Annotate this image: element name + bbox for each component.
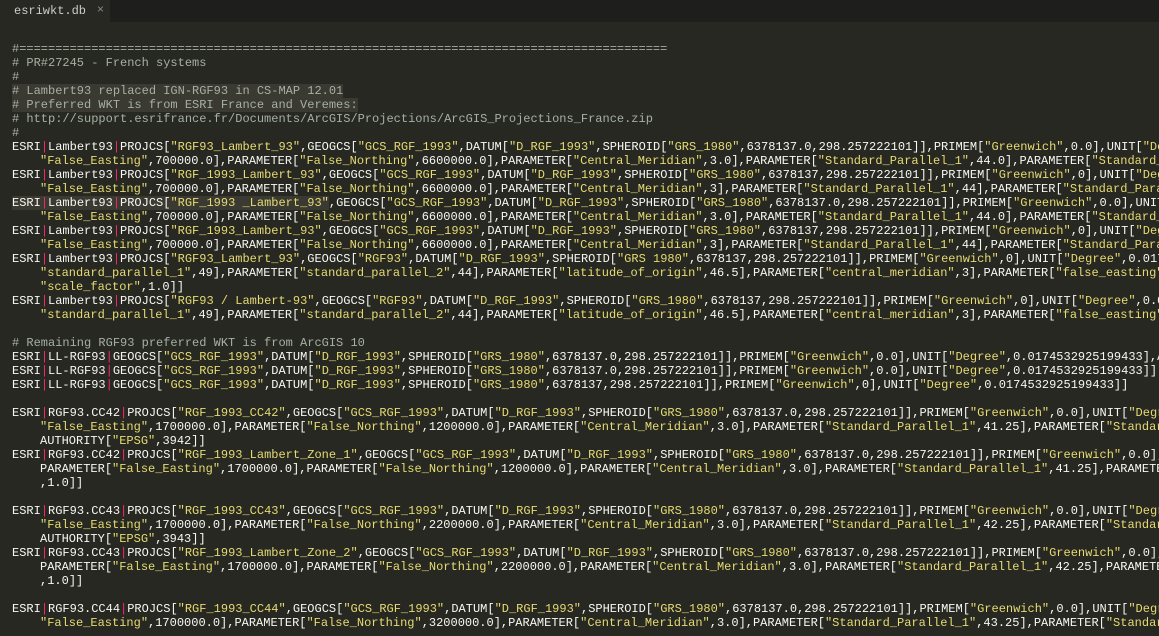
code-line: "False_Easting",700000.0],PARAMETER["Fal… [12,238,1147,252]
tab-filename: esriwkt.db [14,4,86,18]
code-line: ESRI|RGF93.CC42|PROJCS["RGF_1993_CC42",G… [12,406,1147,420]
code-line: ESRI|Lambert93|PROJCS["RGF_1993_Lambert_… [12,168,1147,182]
code-line: "False_Easting",700000.0],PARAMETER["Fal… [12,210,1147,224]
code-line: "False_Easting",1700000.0],PARAMETER["Fa… [12,420,1147,434]
code-line: PARAMETER["False_Easting",1700000.0],PAR… [12,560,1147,574]
comment-line: # http://support.esrifrance.fr/Documents… [12,112,1147,126]
code-line: PARAMETER["False_Easting",1700000.0],PAR… [12,462,1147,476]
code-line: ESRI|RGF93.CC42|PROJCS["RGF_1993_Lambert… [12,448,1147,462]
code-line: ,1.0]] [12,476,1147,490]
code-line: ,1.0]] [12,574,1147,588]
code-line: ESRI|RGF93.CC43|PROJCS["RGF_1993_Lambert… [12,546,1147,560]
code-line: ESRI|RGF93.CC43|PROJCS["RGF_1993_CC43",G… [12,504,1147,518]
code-line: "standard_parallel_1",49],PARAMETER["sta… [12,308,1147,322]
tab-bar: esriwkt.db × [0,0,1159,22]
code-line: "False_Easting",1700000.0],PARAMETER["Fa… [12,616,1147,630]
close-icon[interactable]: × [97,3,104,17]
editor-content[interactable]: #=======================================… [0,22,1159,636]
code-line: AUTHORITY["EPSG",3943]] [12,532,1147,546]
code-line: "scale_factor",1.0]] [12,280,1147,294]
code-line: "False_Easting",700000.0],PARAMETER["Fal… [12,154,1147,168]
comment-line: # Lambert93 replaced IGN-RGF93 in CS-MAP… [12,84,1147,98]
code-line: ESRI|LL-RGF93|GEOGCS["GCS_RGF_1993",DATU… [12,364,1147,378]
code-line: ESRI|Lambert93|PROJCS["RGF93_Lambert_93"… [12,140,1147,154]
comment-line: # [12,70,1147,84]
code-line: ESRI|Lambert93|PROJCS["RGF_1993_Lambert_… [12,224,1147,238]
code-line: "standard_parallel_1",49],PARAMETER["sta… [12,266,1147,280]
code-line: ESRI|Lambert93|PROJCS["RGF93 / Lambert-9… [12,294,1147,308]
file-tab[interactable]: esriwkt.db × [0,0,110,22]
code-line: ESRI|RGF93.CC44|PROJCS["RGF_1993_CC44",G… [12,602,1147,616]
code-line: ESRI|LL-RGF93|GEOGCS["GCS_RGF_1993",DATU… [12,350,1147,364]
comment-line: # Remaining RGF93 preferred WKT is from … [12,336,1147,350]
code-line: "False_Easting",1700000.0],PARAMETER["Fa… [12,518,1147,532]
comment-line: # Preferred WKT is from ESRI France and … [12,98,1147,112]
code-line: ESRI|LL-RGF93|GEOGCS["GCS_RGF_1993",DATU… [12,378,1147,392]
code-line: "False_Easting",700000.0],PARAMETER["Fal… [12,182,1147,196]
code-line: ESRI|Lambert93|PROJCS["RGF93_Lambert_93"… [12,252,1147,266]
comment-line: # PR#27245 - French systems [12,56,1147,70]
comment-line: # [12,126,1147,140]
comment-line: #=======================================… [12,42,1147,56]
code-line: ESRI|Lambert93|PROJCS["RGF_1993 _Lambert… [12,196,1147,210]
code-line: AUTHORITY["EPSG",3942]] [12,434,1147,448]
